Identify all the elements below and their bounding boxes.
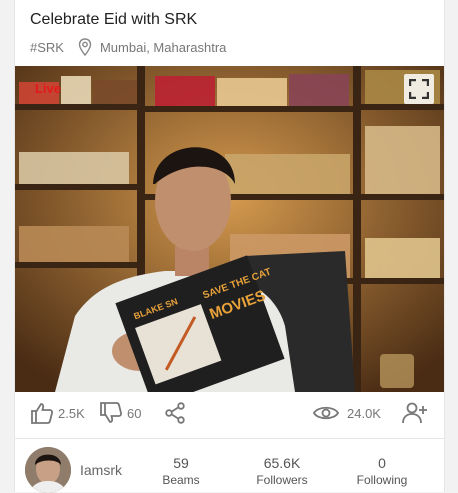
- eye-icon: [313, 406, 339, 420]
- post-card: Celebrate Eid with SRK #SRK Mumbai, Maha…: [14, 0, 445, 493]
- beams-count: 59: [173, 455, 189, 471]
- following-label: Following: [356, 473, 408, 487]
- views-indicator: 24.0K: [313, 402, 381, 424]
- fullscreen-button[interactable]: [404, 74, 434, 104]
- views-count: 24.0K: [347, 405, 381, 421]
- avatar-image: [25, 447, 71, 493]
- live-badge: Live: [35, 81, 62, 96]
- video-frame: SAVE THE CAT MOVIES BLAKE SN: [15, 66, 444, 392]
- following-stat[interactable]: 0 Following: [352, 455, 412, 487]
- dislike-count: 60: [127, 405, 142, 421]
- thumbs-down-icon: [100, 402, 123, 423]
- avatar[interactable]: [25, 447, 71, 493]
- followers-label: Followers: [256, 473, 308, 487]
- thumbs-up-icon: [31, 403, 54, 424]
- hashtag-link[interactable]: #SRK: [30, 40, 64, 55]
- like-count: 2.5K: [58, 405, 85, 421]
- profile-bar: Iamsrk 59 Beams 65.6K Followers 0 Follow…: [15, 438, 444, 493]
- followers-stat[interactable]: 65.6K Followers: [251, 455, 313, 487]
- post-meta: #SRK Mumbai, Maharashtra: [30, 37, 226, 57]
- like-button[interactable]: 2.5K: [30, 402, 85, 424]
- beams-stat[interactable]: 59 Beams: [161, 455, 201, 487]
- share-icon: [165, 402, 185, 424]
- live-video[interactable]: SAVE THE CAT MOVIES BLAKE SN Live: [15, 66, 444, 392]
- following-count: 0: [378, 455, 386, 471]
- action-bar: 2.5K 60 24.0K: [15, 392, 444, 439]
- follow-button[interactable]: [402, 402, 432, 424]
- location-pin-icon: [78, 38, 92, 56]
- location-text: Mumbai, Maharashtra: [99, 39, 227, 55]
- followers-count: 65.6K: [263, 455, 301, 471]
- username[interactable]: Iamsrk: [80, 462, 122, 478]
- beams-label: Beams: [162, 473, 200, 487]
- fullscreen-icon: [409, 79, 429, 99]
- share-button[interactable]: [164, 402, 190, 424]
- dislike-button[interactable]: 60: [99, 402, 141, 424]
- add-user-icon: [402, 402, 427, 424]
- post-title: Celebrate Eid with SRK: [30, 11, 198, 28]
